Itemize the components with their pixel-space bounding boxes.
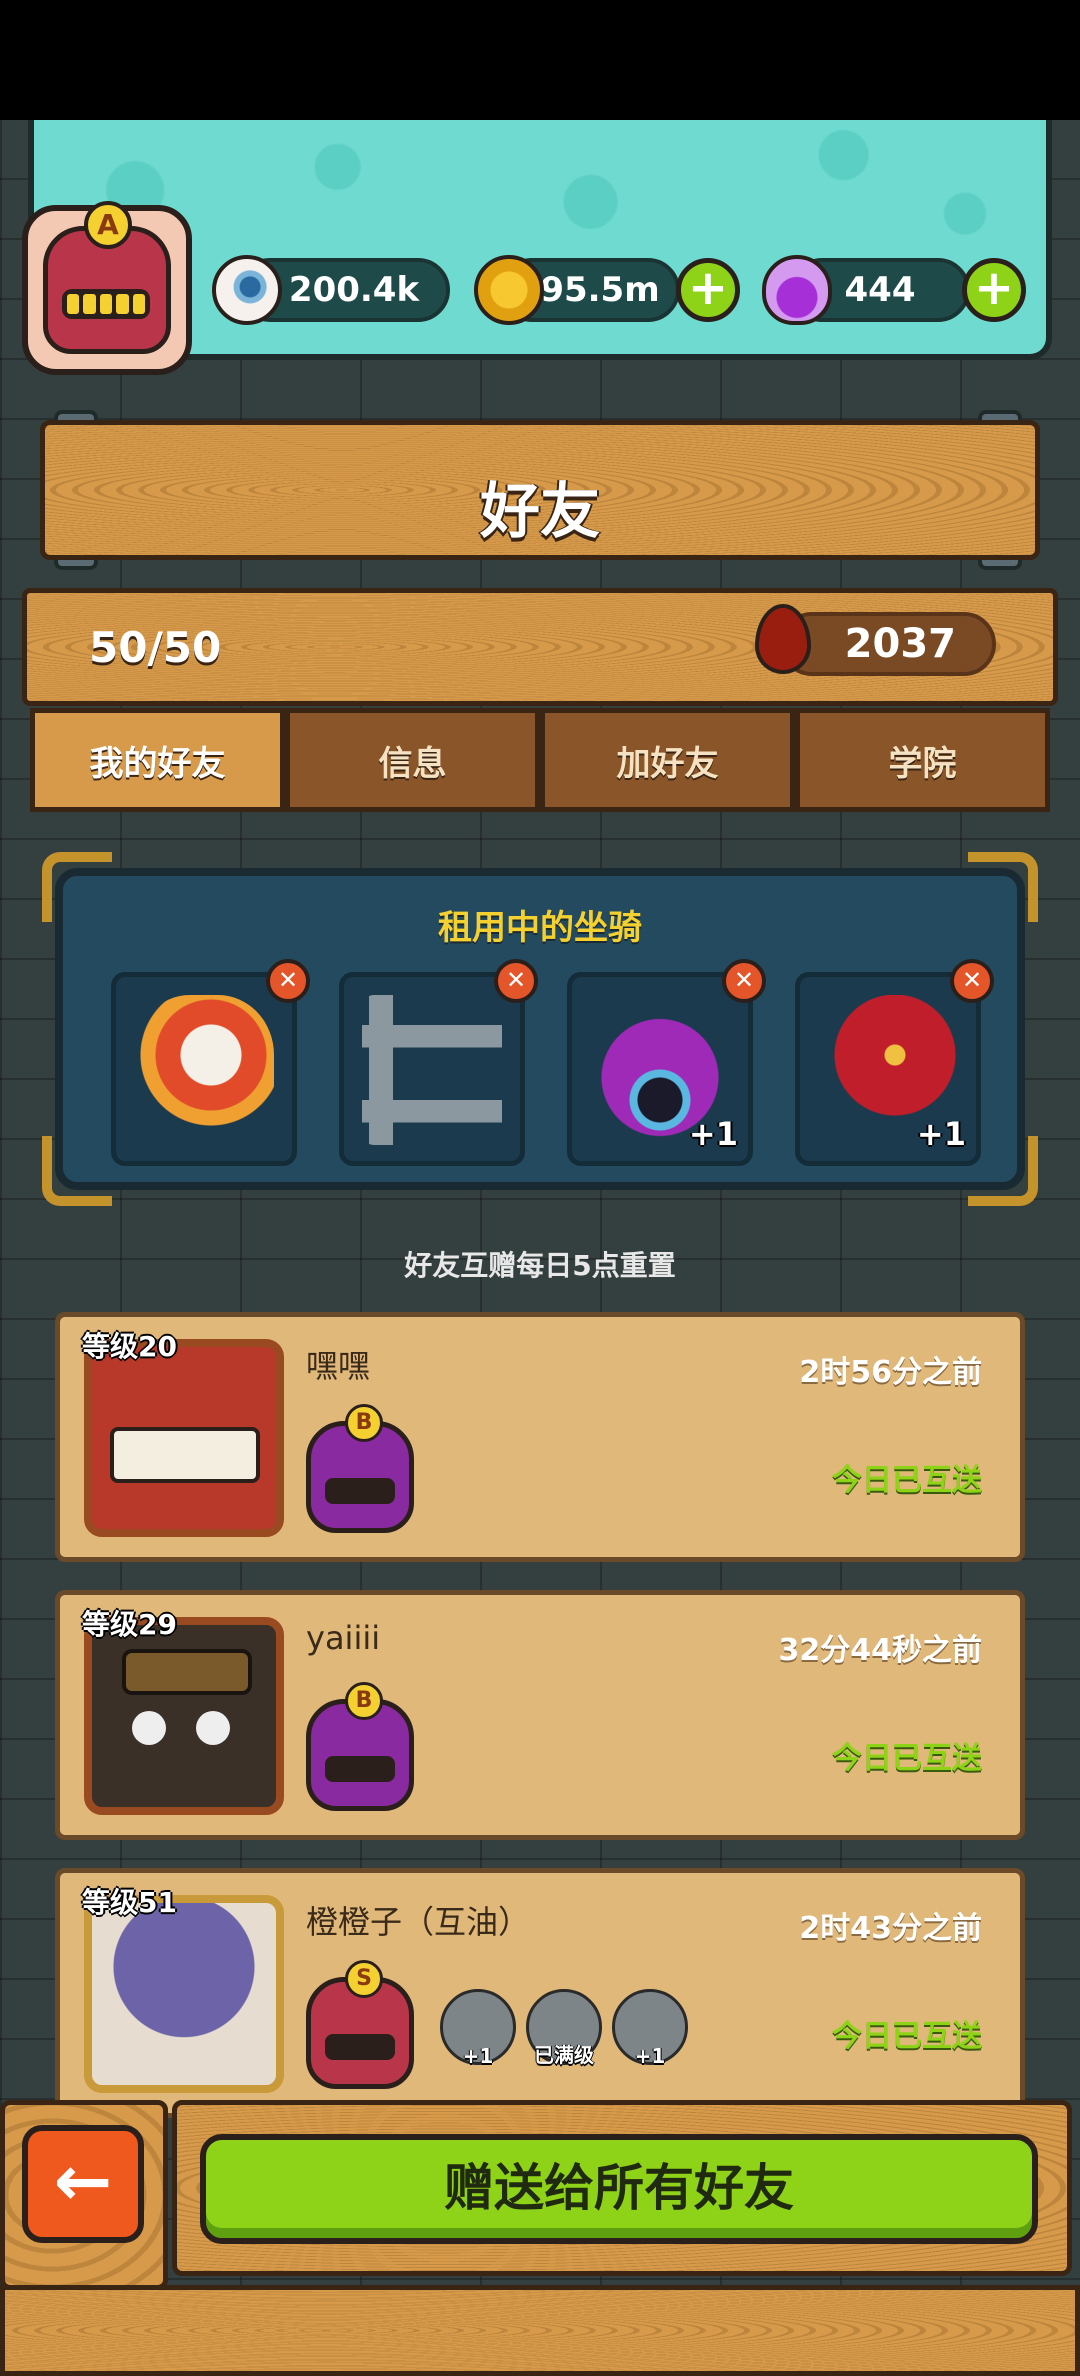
last-online: 2时56分之前 bbox=[799, 1355, 982, 1390]
tab-academy[interactable]: 学院 bbox=[795, 708, 1050, 812]
hat-icon bbox=[122, 1649, 252, 1695]
remove-mount-button[interactable]: ✕ bbox=[494, 959, 538, 1003]
friend-level: 等级29 bbox=[82, 1608, 177, 1641]
friend-level: 等级20 bbox=[82, 1330, 177, 1363]
gift-all-friends-button[interactable]: 赠送给所有好友 bbox=[200, 2134, 1038, 2244]
friend-name: yaiiii bbox=[306, 1619, 381, 1657]
monster-face-icon: A bbox=[43, 201, 171, 354]
friend-rank-badge: B bbox=[306, 1404, 414, 1533]
friend-count: 50/50 bbox=[89, 623, 222, 672]
friend-avatar[interactable] bbox=[84, 1895, 284, 2093]
remove-mount-button[interactable]: ✕ bbox=[722, 959, 766, 1003]
floor-board bbox=[0, 2285, 1080, 2376]
status-bar-area bbox=[0, 0, 1080, 120]
remove-mount-button[interactable]: ✕ bbox=[266, 959, 310, 1003]
last-online: 32分44秒之前 bbox=[778, 1633, 983, 1668]
mount-slot-1[interactable]: ✕ bbox=[111, 959, 310, 1166]
back-arrow-icon: ← bbox=[53, 2140, 113, 2222]
grey-monster-mount-icon: +1 bbox=[440, 1989, 516, 2068]
lion-dance-mount-icon bbox=[134, 995, 274, 1145]
blood-counter: 2037 bbox=[780, 612, 996, 676]
rented-mounts-title: 租用中的坐骑 bbox=[438, 908, 642, 948]
coin-icon bbox=[474, 255, 544, 325]
page-title: 好友 bbox=[480, 477, 600, 547]
last-online: 2时43分之前 bbox=[799, 1911, 982, 1946]
panel-corner-icon bbox=[968, 1136, 1038, 1206]
add-potions-button[interactable]: + bbox=[962, 258, 1026, 322]
gift-status: 今日已互送 bbox=[832, 1741, 982, 1776]
potion-amount: 444 bbox=[844, 270, 916, 310]
mount-bonus-badge: +1 bbox=[688, 1115, 738, 1153]
eye-icon bbox=[132, 1711, 166, 1745]
mount-slot-3[interactable]: ✕ +1 bbox=[567, 959, 766, 1166]
tab-add-friend[interactable]: 加好友 bbox=[540, 708, 795, 812]
friend-rank-badge: S bbox=[306, 1960, 414, 2089]
potion-icon bbox=[762, 255, 832, 325]
friend-card[interactable]: 等级29 yaiiii 32分44秒之前 今日已互送 B bbox=[55, 1590, 1025, 1840]
friend-rank-badge: B bbox=[306, 1682, 414, 1811]
remove-mount-button[interactable]: ✕ bbox=[950, 959, 994, 1003]
eye-icon bbox=[196, 1711, 230, 1745]
player-avatar[interactable]: A bbox=[22, 201, 192, 375]
panel-corner-icon bbox=[968, 852, 1038, 922]
title-board: 好友 bbox=[40, 420, 1040, 560]
monster-teeth-icon bbox=[110, 1427, 260, 1483]
friend-card[interactable]: 等级20 嘿嘿 2时56分之前 今日已互送 B bbox=[55, 1312, 1025, 1562]
mount-bonus-badge: +1 bbox=[916, 1115, 966, 1153]
coin-amount: 95.5m bbox=[540, 270, 660, 310]
friends-tabs: 我的好友 信息 加好友 学院 bbox=[30, 708, 1050, 812]
friend-card[interactable]: 等级51 橙橙子（互油） 2时43分之前 今日已互送 S +1 已满级 +1 bbox=[55, 1868, 1025, 2118]
friend-avatar[interactable] bbox=[84, 1617, 284, 1815]
blood-amount: 2037 bbox=[844, 621, 956, 667]
grey-rose-mount-icon: 已满级 bbox=[526, 1989, 602, 2067]
machine-mount-icon bbox=[362, 995, 502, 1145]
panel-corner-icon bbox=[42, 852, 112, 922]
friend-avatar[interactable] bbox=[84, 1339, 284, 1537]
reset-notice: 好友互赠每日5点重置 bbox=[404, 1249, 676, 1282]
friend-name: 橙橙子（互油） bbox=[306, 1903, 531, 1941]
eyeball-amount: 200.4k bbox=[288, 270, 420, 310]
player-rank-badge: A bbox=[84, 201, 132, 249]
panel-corner-icon bbox=[42, 1136, 112, 1206]
gift-status: 今日已互送 bbox=[832, 1463, 982, 1498]
mount-slot-4[interactable]: ✕ +1 bbox=[795, 959, 994, 1166]
eyeball-icon bbox=[212, 255, 282, 325]
tab-my-friends[interactable]: 我的好友 bbox=[30, 708, 285, 812]
friend-level: 等级51 bbox=[82, 1886, 177, 1919]
rented-mounts-panel: 租用中的坐骑 ✕ ✕ ✕ +1 ✕ +1 bbox=[55, 868, 1025, 1190]
add-coins-button[interactable]: + bbox=[676, 258, 740, 322]
grey-lion-mount-icon: +1 bbox=[612, 1989, 688, 2068]
friend-name: 嘿嘿 bbox=[306, 1347, 371, 1385]
gift-status: 今日已互送 bbox=[832, 2019, 982, 2054]
back-button[interactable]: ← bbox=[22, 2125, 144, 2243]
mount-slot-2[interactable]: ✕ bbox=[339, 959, 538, 1166]
tab-messages[interactable]: 信息 bbox=[285, 708, 540, 812]
